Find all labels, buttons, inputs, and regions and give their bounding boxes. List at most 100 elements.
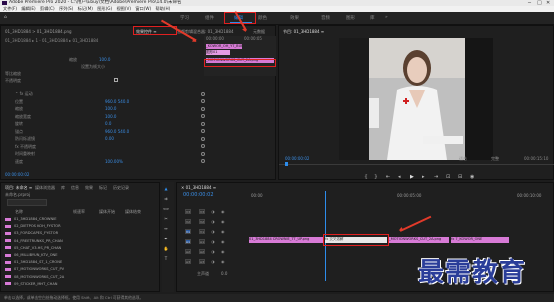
effect-prop-value[interactable]: 0.0 bbox=[105, 121, 111, 126]
keyframe-toggle-icon[interactable] bbox=[201, 99, 205, 103]
keyframe-toggle-icon[interactable] bbox=[201, 144, 205, 148]
razor-tool-icon[interactable]: ✂ bbox=[163, 216, 169, 221]
program-tab[interactable]: 节目: 01_3HD1884 ≡ bbox=[283, 29, 324, 35]
play-button[interactable]: ▶ bbox=[410, 174, 414, 180]
keyframe-toggle-icon[interactable] bbox=[201, 129, 205, 133]
go-to-in-button[interactable]: ⇤ bbox=[386, 174, 390, 180]
track-visibility-icon[interactable]: ◉ bbox=[221, 239, 225, 244]
media-browser-tab[interactable]: 媒体浏览器 bbox=[35, 185, 55, 191]
pen-tool-icon[interactable]: ✒ bbox=[163, 236, 169, 241]
keyframe-toggle-icon[interactable] bbox=[201, 121, 205, 126]
home-icon[interactable]: ⌂ bbox=[4, 15, 7, 20]
workspace-tab-graphics[interactable]: 图形 bbox=[346, 15, 355, 21]
track-lock-icon[interactable]: ◑ bbox=[211, 239, 215, 244]
quality-dropdown[interactable]: 完整 bbox=[491, 156, 499, 162]
workspace-tab-effects[interactable]: 效果 bbox=[290, 15, 299, 21]
ripple-edit-tool-icon[interactable]: ⟺ bbox=[163, 206, 169, 211]
library-tab[interactable]: 库 bbox=[61, 185, 65, 191]
track-target-button[interactable]: V1 bbox=[185, 229, 191, 234]
keyframe-toggle-icon[interactable] bbox=[201, 151, 205, 156]
project-tab[interactable]: 项目: 未命名 ≡ bbox=[5, 185, 32, 191]
keyframe-toggle-icon[interactable] bbox=[201, 159, 205, 163]
track-lock-icon[interactable]: ◑ bbox=[211, 249, 215, 254]
mini-clip-graphic[interactable]: 图形01 bbox=[206, 50, 230, 55]
scale-value[interactable]: 100.0 bbox=[99, 57, 110, 62]
effect-prop-value[interactable]: 100.0 bbox=[105, 114, 116, 119]
column-name[interactable]: 名称 bbox=[15, 209, 23, 215]
menu-marker[interactable]: 标记(M) bbox=[78, 6, 93, 11]
markers-tab[interactable]: 标记 bbox=[99, 185, 107, 191]
menu-help[interactable]: 帮助(H) bbox=[155, 6, 170, 11]
track-lock-icon[interactable]: ◑ bbox=[211, 259, 215, 264]
column-media-start[interactable]: 媒体开始 bbox=[99, 209, 115, 215]
track-target-button[interactable]: V3 bbox=[185, 209, 191, 214]
hand-tool-icon[interactable]: ✋ bbox=[163, 246, 169, 251]
track-select-tool-icon[interactable]: ⇉ bbox=[163, 196, 169, 201]
type-tool-icon[interactable]: T bbox=[163, 256, 169, 261]
mark-out-button[interactable]: ⦄ bbox=[374, 174, 378, 180]
step-forward-button[interactable]: ▸ bbox=[422, 174, 425, 180]
project-list-item[interactable]: 03_FORDCAPES_FYSTOR bbox=[5, 231, 58, 235]
column-frame-rate[interactable]: 帧速率 bbox=[73, 209, 85, 215]
tab-metadata[interactable]: 元数据 bbox=[253, 29, 265, 35]
timeline-clip-3[interactable]: fx 7_KOWOR_ONE bbox=[451, 237, 509, 243]
selection-tool-icon[interactable]: ▲ bbox=[163, 186, 169, 191]
keyframe-toggle-icon[interactable] bbox=[201, 91, 205, 96]
menu-clip[interactable]: 剪辑(C) bbox=[40, 6, 55, 11]
effect-prop-value[interactable]: 0.00 bbox=[105, 136, 114, 141]
menu-file[interactable]: 文件(F) bbox=[3, 6, 17, 11]
workspace-more-icon[interactable]: » bbox=[385, 15, 388, 20]
mark-in-button[interactable]: ⦃ bbox=[364, 174, 368, 180]
program-playhead[interactable] bbox=[285, 162, 288, 166]
effect-timecode[interactable]: 00:00:00:02 bbox=[5, 172, 29, 177]
keyframe-toggle-icon[interactable] bbox=[201, 106, 205, 111]
slip-tool-icon[interactable]: ↔ bbox=[163, 226, 169, 231]
export-frame-icon[interactable]: ◉ bbox=[470, 174, 474, 180]
track-lock-icon[interactable]: ◑ bbox=[211, 229, 215, 234]
fit-dropdown[interactable]: 适合 bbox=[459, 156, 467, 162]
info-tab[interactable]: 信息 bbox=[71, 185, 79, 191]
master-track-value[interactable]: 0.0 bbox=[221, 271, 227, 276]
workspace-tab-assembly[interactable]: 组件 bbox=[205, 15, 214, 21]
program-scrubber[interactable] bbox=[279, 164, 554, 165]
project-list-item[interactable]: 08_MOTIONWORKS_CUT_2A bbox=[5, 275, 64, 279]
project-list-item[interactable]: 01_3HD1884_CROWNIE bbox=[5, 217, 56, 221]
effect-prop-value[interactable]: 100.00% bbox=[105, 159, 123, 164]
timeline-clip-1[interactable]: 01_3HD1884 CROWNIE_TT_UP.png bbox=[249, 237, 323, 243]
project-list-item[interactable]: 06_MILLIBYUN_KTV_ONE bbox=[5, 253, 58, 257]
workspace-tab-color[interactable]: 颜色 bbox=[258, 15, 267, 21]
workspace-tab-audio[interactable]: 音频 bbox=[321, 15, 330, 21]
mini-clip-1[interactable]: _KOWOR_OH_YT_BURAKBLE_1A.png bbox=[206, 44, 242, 49]
project-list-item[interactable]: 01_3HD1884_ST_1_CRONE bbox=[5, 260, 62, 264]
menu-view[interactable]: 视图(V) bbox=[116, 6, 131, 11]
menu-sequence[interactable]: 序列(S) bbox=[59, 6, 73, 11]
menu-graphics[interactable]: 图形(G) bbox=[97, 6, 112, 11]
program-timecode[interactable]: 00:00:00:02 bbox=[285, 156, 309, 161]
track-visibility-icon[interactable]: ◉ bbox=[221, 259, 225, 264]
project-list-item[interactable]: 05_CHAT_V3.HS_PR_CHAN bbox=[5, 246, 61, 250]
track-target-button[interactable]: A2 bbox=[185, 249, 191, 254]
workspace-tab-libraries[interactable]: 库 bbox=[370, 15, 375, 21]
effect-prop-value[interactable]: 960.0 540.0 bbox=[105, 129, 129, 134]
fit-to-frame-checkbox[interactable] bbox=[114, 78, 118, 82]
effect-prop-value[interactable]: 960.0 540.0 bbox=[105, 99, 129, 104]
track-visibility-icon[interactable]: ◉ bbox=[221, 209, 225, 214]
timeline-timecode[interactable]: 00:00:00:02 bbox=[183, 192, 214, 198]
project-list-item[interactable]: 04_FREETRUNKS_PR_CHAN bbox=[5, 239, 63, 243]
column-media-end[interactable]: 媒体结束 bbox=[125, 209, 141, 215]
track-target-button[interactable]: A3 bbox=[185, 259, 191, 264]
step-back-button[interactable]: ◂ bbox=[398, 174, 401, 180]
workspace-tab-learn[interactable]: 学习 bbox=[180, 15, 189, 21]
go-to-out-button[interactable]: ⇥ bbox=[434, 174, 438, 180]
track-visibility-icon[interactable]: ◉ bbox=[221, 219, 225, 224]
keyframe-toggle-icon[interactable] bbox=[201, 136, 205, 141]
track-lock-icon[interactable]: ◑ bbox=[211, 209, 215, 214]
project-search-input[interactable] bbox=[7, 199, 47, 206]
track-lock-icon[interactable]: ◑ bbox=[211, 219, 215, 224]
track-visibility-icon[interactable]: ◉ bbox=[221, 249, 225, 254]
project-list-item[interactable]: 09_STICKER_MHT_CHAN bbox=[5, 282, 58, 286]
insert-button[interactable]: ⊡ bbox=[446, 174, 450, 180]
track-target-button[interactable]: V2 bbox=[185, 219, 191, 224]
project-list-item[interactable]: 02_DIETPOS KOH_FYSTOR bbox=[5, 224, 61, 228]
project-list-item[interactable]: 07_MOTIONWORKS_CUT_PV bbox=[5, 267, 64, 271]
